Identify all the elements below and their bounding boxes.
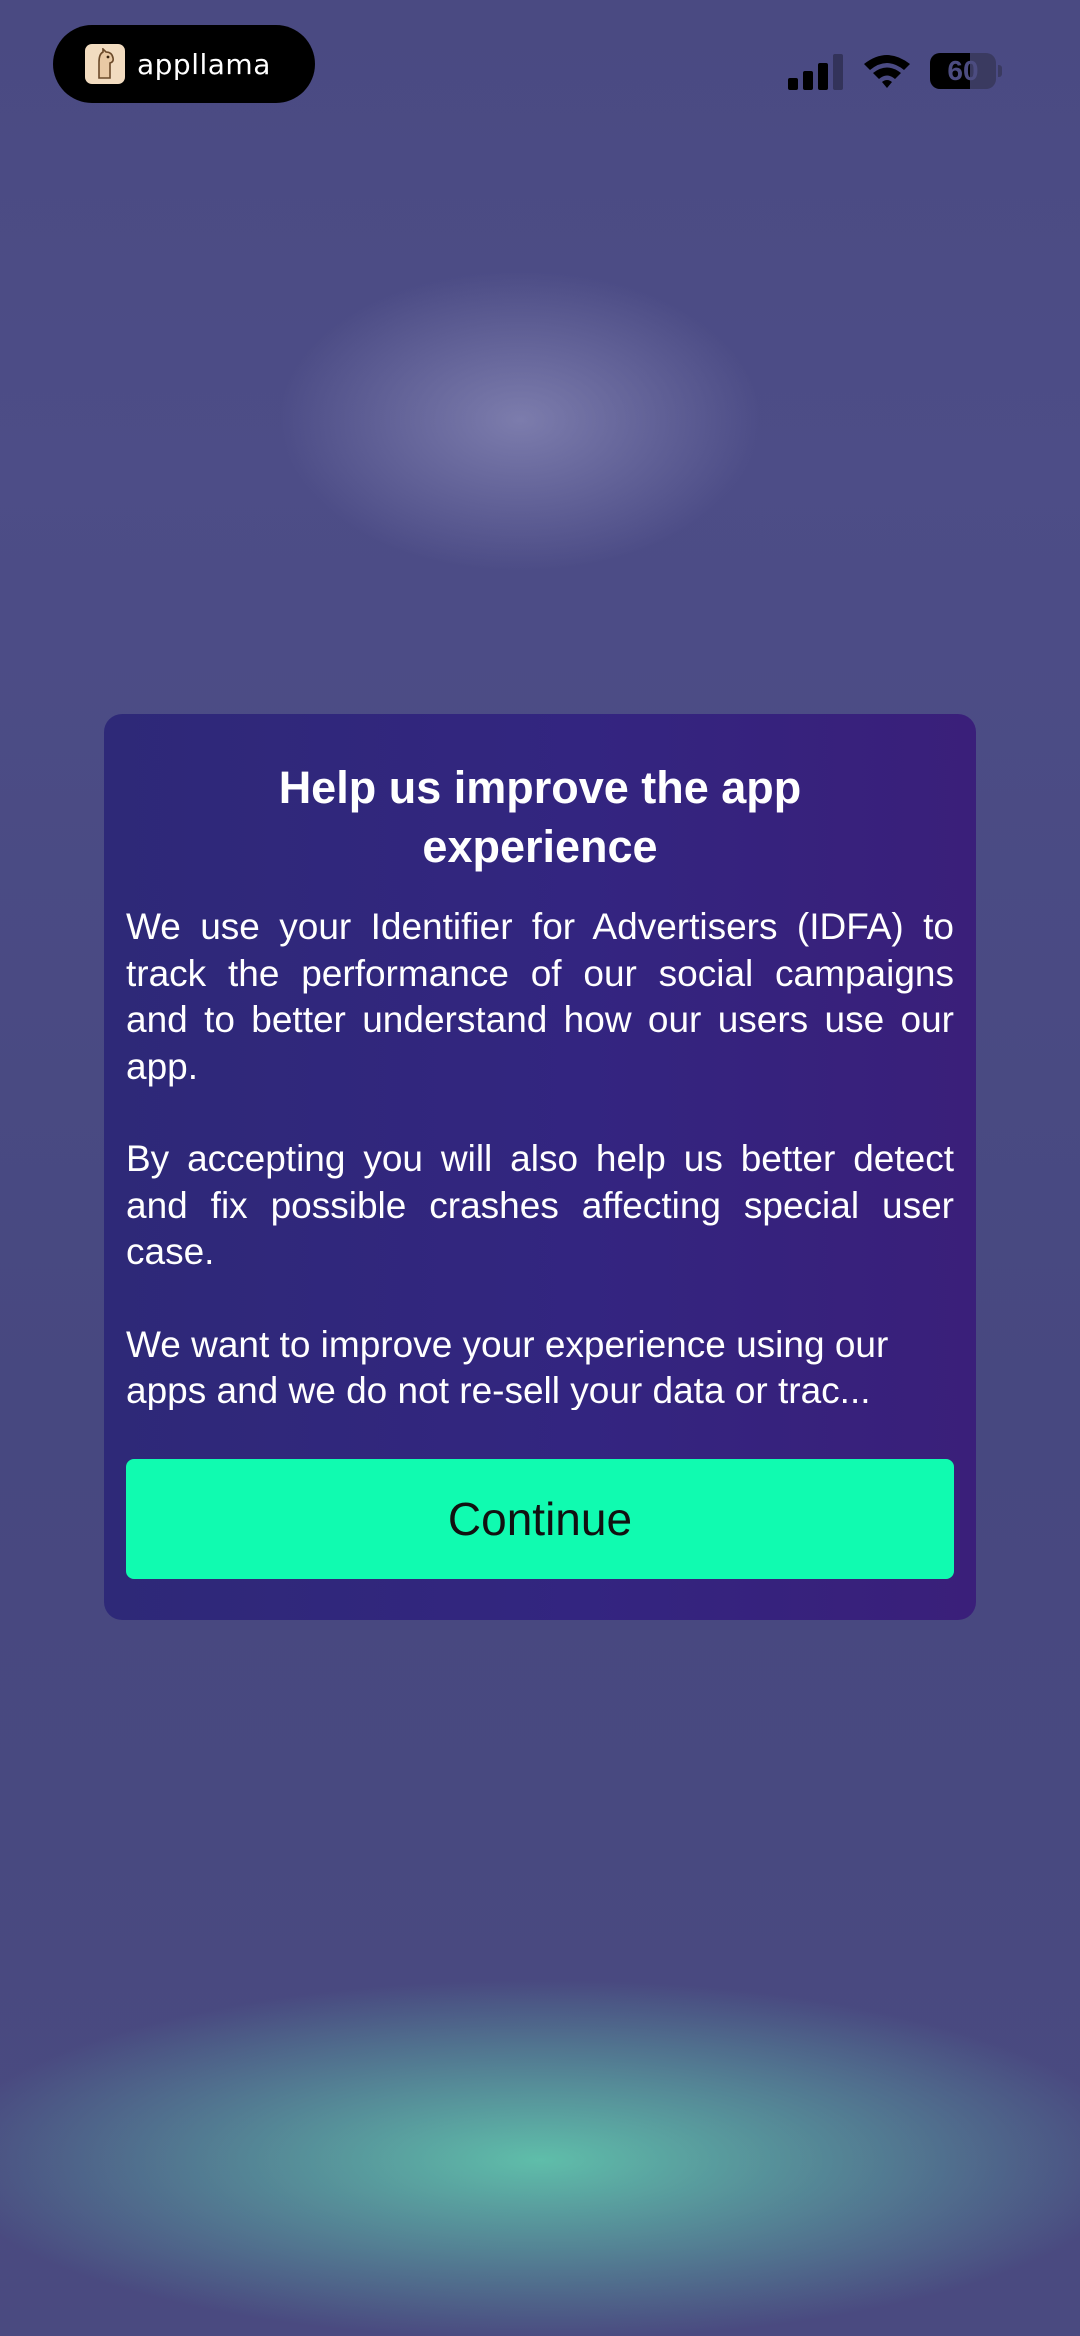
dialog-title: Help us improve the app experience	[278, 762, 802, 872]
continue-button[interactable]: Continue	[126, 1459, 954, 1579]
dialog-paragraph-privacy: We want to improve your experience using…	[126, 1323, 889, 1411]
battery-percentage: 60	[947, 55, 979, 86]
dynamic-island-brand-pill: appllama	[53, 25, 315, 103]
battery-icon: 60	[930, 53, 1002, 89]
dialog-body: We use your Identifier for Advertisers (…	[126, 904, 954, 1410]
wifi-icon	[864, 55, 910, 88]
status-bar: appllama 60	[0, 0, 1080, 140]
llama-logo-icon	[85, 44, 125, 84]
dialog-paragraph-idfa: We use your Identifier for Advertisers (…	[126, 906, 954, 1087]
tracking-consent-dialog: Help us improve the app experience We us…	[104, 714, 976, 1620]
cellular-signal-icon	[788, 54, 843, 90]
brand-name: appllama	[137, 47, 271, 81]
dialog-paragraph-crashes: By accepting you will also help us bette…	[126, 1138, 954, 1272]
battery-body: 60	[930, 53, 996, 89]
battery-cap	[998, 65, 1002, 77]
